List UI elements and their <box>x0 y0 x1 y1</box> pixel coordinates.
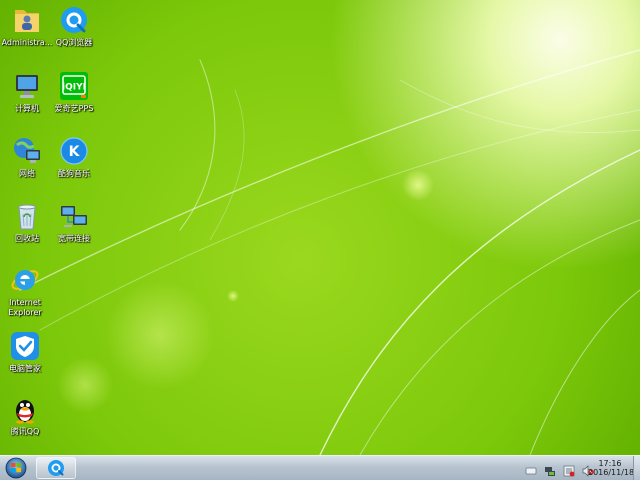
desktop-icon-label: QQ浏览器 <box>55 38 93 47</box>
security-icon[interactable] <box>563 462 575 477</box>
desktop-icon-pc-manager[interactable]: 电脑管家 <box>0 330 52 374</box>
desktop-icon-network[interactable]: 网络 <box>0 135 54 179</box>
svg-text:K: K <box>69 144 81 160</box>
qq-browser-icon <box>58 4 90 36</box>
desktop-icon-computer[interactable]: 计算机 <box>0 70 54 114</box>
desktop-icon-label: 计算机 <box>15 104 39 113</box>
taskbar-qq-browser-button[interactable] <box>36 457 76 479</box>
show-desktop-button[interactable] <box>633 456 640 480</box>
network-connection-icon <box>58 200 90 232</box>
desktop-icon-iqiyi-pps[interactable]: iQIYI 爱奇艺PPS <box>47 70 101 114</box>
desktop-icon-broadband-connection[interactable]: 宽带连接 <box>47 200 101 244</box>
recycle-bin-icon <box>11 200 43 232</box>
desktop-icon-label: 回收站 <box>15 234 39 243</box>
iqiyi-icon: iQIYI <box>58 70 90 102</box>
desktop-icon-label: 爱奇艺PPS <box>54 104 94 113</box>
desktop[interactable]: Administra... 计算机 网络 回收站 Internet Explor… <box>0 0 640 455</box>
desktop-icon-qq-browser[interactable]: QQ浏览器 <box>47 4 101 48</box>
clock-date: 2016/11/18 <box>588 468 635 477</box>
desktop-icon-label: Administra... <box>1 38 53 47</box>
desktop-icon-qq[interactable]: 腾讯QQ <box>0 393 52 437</box>
desktop-icon-recycle-bin[interactable]: 回收站 <box>0 200 54 244</box>
desktop-icon-label: 酷狗音乐 <box>58 169 90 178</box>
qq-penguin-icon <box>9 393 41 425</box>
clock-time: 17:16 <box>598 459 622 468</box>
computer-icon <box>11 70 43 102</box>
taskbar-clock[interactable]: 17:16 2016/11/18 <box>588 459 635 477</box>
system-tray <box>525 460 594 477</box>
svg-text:iQIYI: iQIYI <box>62 83 86 93</box>
desktop-icon-label: 宽带连接 <box>58 234 90 243</box>
desktop-icon-administrator[interactable]: Administra... <box>0 4 54 48</box>
network-globe-icon <box>11 135 43 167</box>
desktop-icon-label: Internet Explorer <box>8 298 42 317</box>
start-button[interactable] <box>4 457 28 479</box>
desktop-icon-internet-explorer[interactable]: Internet Explorer <box>0 264 52 318</box>
qq-browser-icon <box>48 460 64 476</box>
desktop-icon-label: 电脑管家 <box>9 364 41 373</box>
internet-explorer-icon <box>9 264 41 296</box>
network-icon[interactable] <box>544 462 556 476</box>
taskbar: 17:16 2016/11/18 <box>0 455 640 480</box>
desktop-icon-kugou-music[interactable]: K 酷狗音乐 <box>47 135 101 179</box>
desktop-icon-label: 网络 <box>19 169 35 178</box>
kugou-icon: K <box>58 135 90 167</box>
user-folder-icon <box>11 4 43 36</box>
action-center-icon[interactable] <box>525 462 537 475</box>
shield-icon <box>9 330 41 362</box>
desktop-icon-label: 腾讯QQ <box>10 427 40 436</box>
windows-start-orb-icon <box>5 457 27 479</box>
